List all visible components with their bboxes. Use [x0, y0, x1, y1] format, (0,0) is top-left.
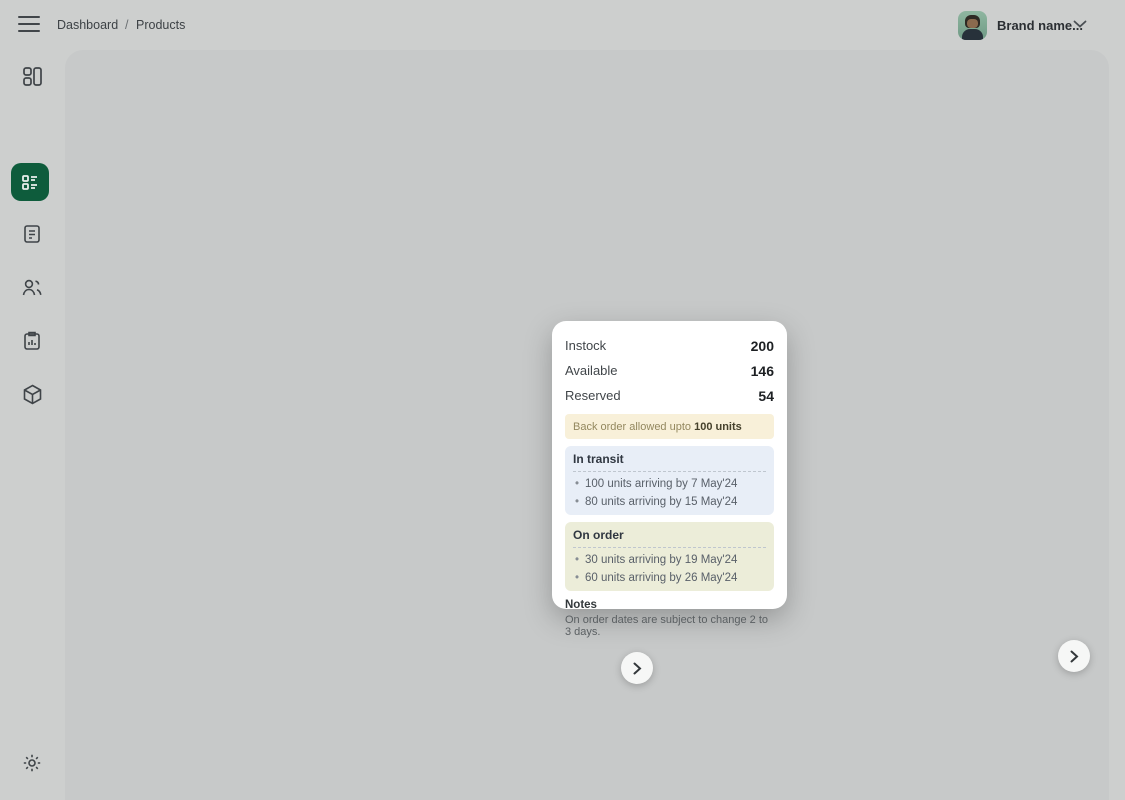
- stock-popover: Instock 200 Available 146 Reserved 54 Ba…: [552, 321, 787, 609]
- notes-text: On order dates are subject to change 2 t…: [565, 614, 774, 638]
- backorder-note: Back order allowed upto 100 units: [565, 414, 774, 439]
- chevron-right-icon: [633, 662, 642, 675]
- avatar[interactable]: [958, 11, 987, 40]
- brand-name[interactable]: Brand name...: [997, 18, 1083, 33]
- chevron-right-icon: [1070, 650, 1079, 663]
- on-order-box: On order 30 units arriving by 19 May'24 …: [565, 522, 774, 591]
- top-bar: Dashboard / Products Brand name...: [0, 0, 1125, 50]
- sidebar-nav: [0, 50, 65, 800]
- settings-gear-icon[interactable]: [21, 752, 44, 775]
- hamburger-icon[interactable]: [18, 16, 40, 33]
- package-icon[interactable]: [21, 383, 44, 406]
- product-detail-page: Dashboard / Products Brand name...: [0, 0, 1125, 800]
- chevron-down-icon[interactable]: [1073, 20, 1087, 29]
- scroll-right-button[interactable]: [1058, 640, 1090, 672]
- page-gutter: [1109, 50, 1125, 800]
- in-transit-box: In transit 100 units arriving by 7 May'2…: [565, 446, 774, 515]
- stock-row-available: Available 146: [565, 358, 774, 383]
- thumbnail-next-button[interactable]: [621, 652, 653, 684]
- in-transit-item: 100 units arriving by 7 May'24: [573, 478, 766, 490]
- breadcrumb-dashboard[interactable]: Dashboard: [57, 18, 118, 32]
- products-list-icon: [20, 172, 40, 192]
- on-order-item: 30 units arriving by 19 May'24: [573, 554, 766, 566]
- breadcrumb-separator: /: [125, 18, 128, 32]
- in-transit-item: 80 units arriving by 15 May'24: [573, 496, 766, 508]
- notes-title: Notes: [565, 599, 774, 611]
- invoice-icon[interactable]: [21, 223, 44, 246]
- stock-row-reserved: Reserved 54: [565, 383, 774, 408]
- breadcrumb-products[interactable]: Products: [136, 18, 185, 32]
- sidebar-item-products[interactable]: [11, 163, 49, 201]
- dashboard-icon[interactable]: [21, 65, 44, 88]
- on-order-item: 60 units arriving by 26 May'24: [573, 572, 766, 584]
- report-clipboard-icon[interactable]: [21, 330, 44, 353]
- stock-row-instock: Instock 200: [565, 333, 774, 358]
- customers-icon[interactable]: [21, 276, 44, 299]
